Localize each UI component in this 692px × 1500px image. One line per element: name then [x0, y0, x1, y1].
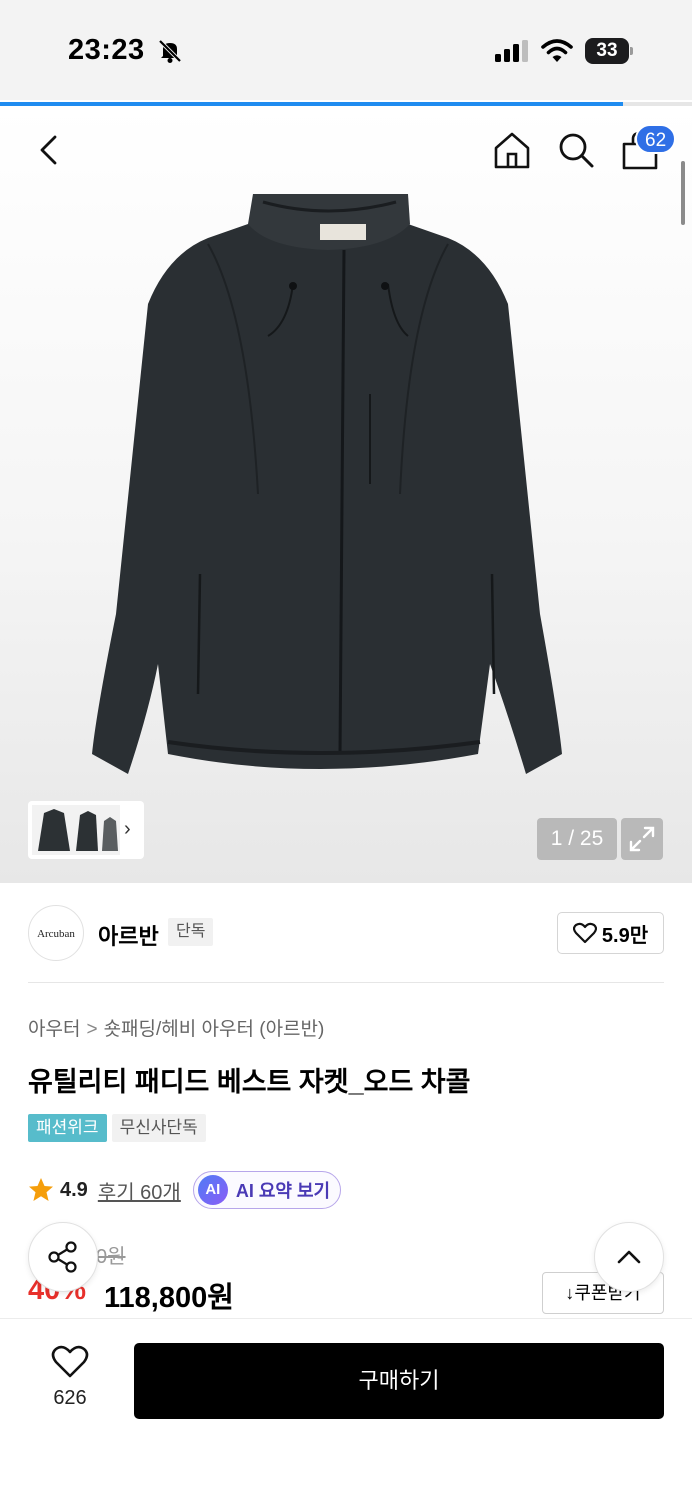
brand-like-button[interactable]: 5.9만 — [557, 912, 664, 954]
battery-icon: 33 — [585, 38, 633, 64]
image-counter: 1 / 25 — [537, 818, 617, 860]
back-icon[interactable] — [32, 132, 68, 168]
share-icon — [48, 1241, 77, 1273]
home-icon[interactable] — [492, 130, 532, 170]
search-icon[interactable] — [556, 130, 596, 170]
buy-button[interactable]: 구매하기 — [134, 1343, 664, 1419]
rating-value: 4.9 — [60, 1178, 88, 1201]
breadcrumb-item-category[interactable]: 숏패딩/헤비 아우터 (아르반) — [104, 1019, 325, 1040]
share-button[interactable] — [28, 1222, 98, 1292]
ai-summary-label: AI 요약 보기 — [235, 1181, 331, 1201]
ai-icon: AI — [197, 1175, 228, 1205]
heart-icon — [572, 922, 597, 944]
scrollbar[interactable] — [681, 161, 685, 225]
purchase-bar: 626 구매하기 — [0, 1318, 692, 1500]
chevron-up-icon — [617, 1250, 641, 1264]
battery-level: 33 — [585, 38, 629, 64]
status-bar: 23:23 33 — [0, 0, 692, 100]
product-title: 유틸리티 패디드 베스트 자켓_오드 차콜 — [28, 1067, 471, 1097]
signal-icon — [495, 40, 528, 62]
wishlist-button[interactable]: 626 — [28, 1345, 112, 1417]
thumbnail-strip[interactable]: › — [28, 801, 144, 859]
tag-fashion-week: 패션위크 — [28, 1114, 107, 1142]
wifi-icon — [541, 39, 573, 62]
brand-like-count: 5.9만 — [601, 924, 649, 947]
thumbnail-image[interactable] — [32, 805, 120, 855]
thumbnail-next-icon[interactable]: › — [124, 818, 131, 841]
brand-logo[interactable]: Arcuban — [28, 905, 84, 961]
wishlist-count: 626 — [53, 1387, 87, 1409]
review-link[interactable]: 후기 60개 — [98, 1176, 181, 1205]
breadcrumb-item-outer[interactable]: 아우터 — [28, 1019, 80, 1040]
bell-slash-icon — [158, 39, 182, 63]
sale-price: 118,800원 — [104, 1282, 234, 1314]
ai-summary-button[interactable]: AI AI 요약 보기 — [192, 1171, 342, 1209]
star-icon — [29, 1178, 53, 1201]
brand-name[interactable]: 아르반 — [98, 919, 159, 951]
original-price: 0원 — [96, 1246, 126, 1268]
product-image — [92, 194, 562, 774]
breadcrumb-separator: > — [86, 1019, 98, 1040]
product-image-gallery[interactable]: 62 › 1 / 25 — [0, 106, 692, 883]
breadcrumb: 아우터 > 숏패딩/헤비 아우터 (아르반) — [28, 1014, 324, 1041]
expand-image-button[interactable] — [621, 818, 663, 860]
tag-musinsa-exclusive: 무신사단독 — [111, 1114, 206, 1142]
divider — [28, 982, 664, 983]
brand-row: Arcuban 아르반 단독 5.9만 — [0, 883, 692, 983]
cart-count-badge: 62 — [635, 124, 677, 154]
brand-exclusive-tag: 단독 — [168, 918, 214, 946]
expand-icon — [629, 826, 655, 852]
scroll-top-button[interactable] — [594, 1222, 664, 1292]
status-time: 23:23 — [68, 34, 145, 66]
rating-row: 4.9 후기 60개 AI AI 요약 보기 — [28, 1170, 342, 1210]
heart-icon — [51, 1345, 89, 1378]
product-tags: 패션위크 무신사단독 — [28, 1114, 206, 1142]
